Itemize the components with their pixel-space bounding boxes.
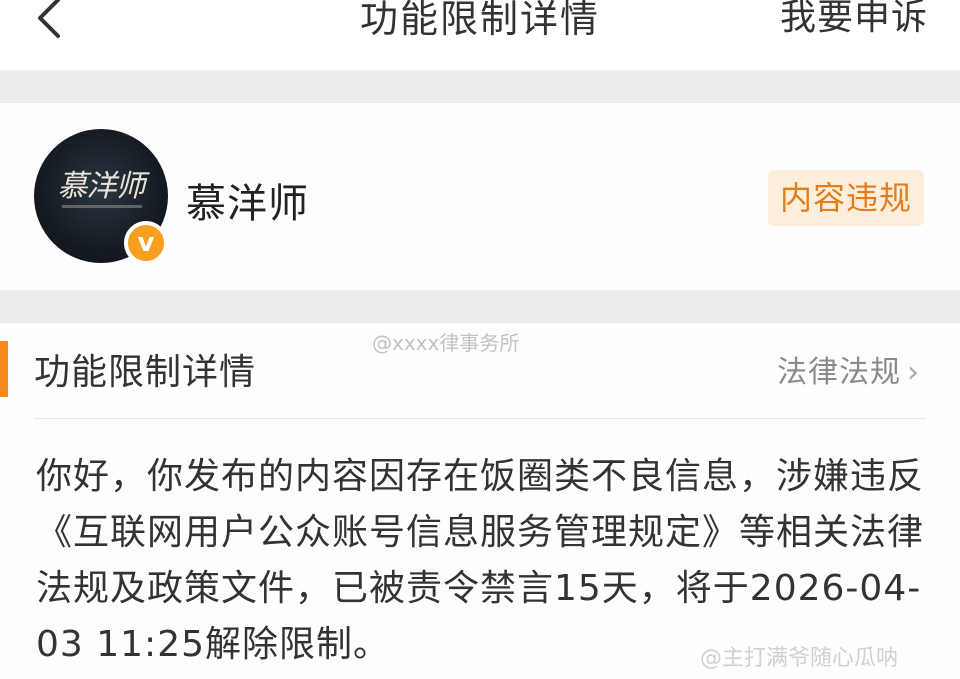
profile-card: 慕洋师 v 慕洋师 内容违规: [0, 103, 960, 290]
avatar[interactable]: 慕洋师 v: [34, 129, 168, 265]
avatar-text: 慕洋师: [57, 169, 146, 204]
section-accent-bar: [0, 341, 8, 397]
chevron-right-icon: ›: [907, 355, 920, 390]
verified-badge-icon: v: [124, 221, 168, 265]
laws-regulations-label: 法律法规: [777, 355, 901, 390]
avatar-decor-line: [62, 205, 142, 208]
profile-name[interactable]: 慕洋师: [186, 171, 309, 229]
appeal-button[interactable]: 我要申诉: [780, 0, 928, 40]
section-title: 功能限制详情: [34, 352, 257, 393]
violation-tag: 内容违规: [768, 170, 924, 226]
divider: [34, 418, 926, 419]
restriction-details-card: 功能限制详情 法律法规 › 你好，你发布的内容因存在饭圈类不良信息，涉嫌违反《互联…: [0, 323, 960, 679]
watermark-middle: @xxxx律事务所: [372, 331, 520, 355]
watermark-bottom-right: @主打满爷随心瓜呐: [700, 646, 899, 671]
laws-regulations-link[interactable]: 法律法规 ›: [777, 347, 920, 391]
top-navbar: 功能限制详情 我要申诉: [0, 0, 960, 70]
